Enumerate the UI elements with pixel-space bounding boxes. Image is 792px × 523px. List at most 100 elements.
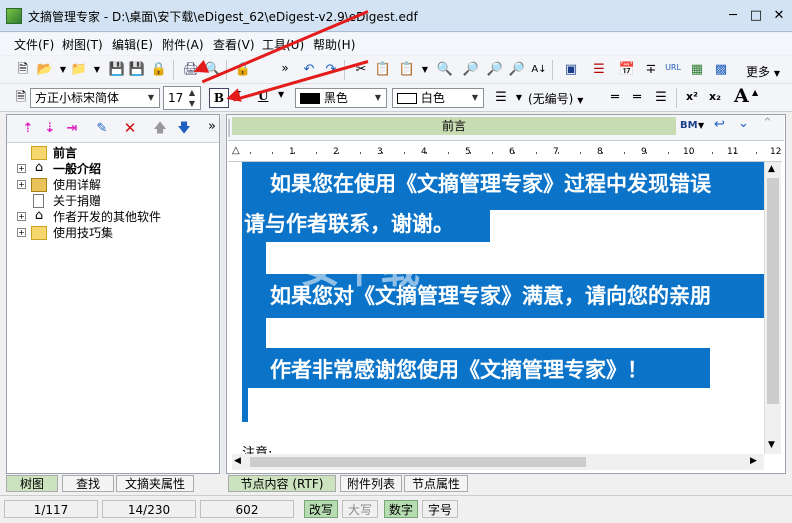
- menu-edit[interactable]: 编辑(E): [112, 36, 153, 53]
- toolbar-overflow-icon[interactable]: »: [276, 59, 294, 77]
- tree-toolbar: ⇡ ⇣ ⇥ ✎ ✕ 🡅 🡇 »: [7, 115, 219, 143]
- calendar-icon[interactable]: 📅: [618, 61, 636, 79]
- menu-attachment[interactable]: 附件(A): [162, 36, 204, 53]
- font-name-select[interactable]: 方正小标宋简体 ▼: [30, 88, 160, 108]
- tab-search[interactable]: 查找: [62, 475, 114, 492]
- bookmark-dropdown-icon[interactable]: ▼: [698, 121, 704, 130]
- scroll-up-icon[interactable]: ▲: [768, 164, 775, 174]
- find-all-icon[interactable]: 🔎: [486, 61, 504, 79]
- menu-file[interactable]: 文件(F): [14, 36, 54, 53]
- menu-tree[interactable]: 树图(T): [62, 36, 103, 53]
- replace-icon[interactable]: 🔎: [508, 61, 526, 79]
- insert-image-icon[interactable]: ▦: [688, 61, 706, 79]
- scroll-right-icon[interactable]: ▶: [750, 456, 757, 466]
- move-next-icon[interactable]: ⇥: [63, 120, 81, 138]
- expand-icon[interactable]: +: [17, 180, 26, 189]
- font-color-select[interactable]: 黑色 ▼: [295, 88, 387, 108]
- status-rewrite-mode[interactable]: 改写: [304, 500, 338, 518]
- document-content[interactable]: 如果您在使用《文摘管理专家》过程中发现错误 请与作者联系，谢谢。 如果您对《文摘…: [228, 162, 764, 454]
- tab-node-properties[interactable]: 节点属性: [404, 475, 468, 492]
- panel-splitter[interactable]: [221, 114, 225, 474]
- indent-icon[interactable]: ☰: [652, 89, 670, 107]
- superscript-button[interactable]: x²: [686, 90, 698, 103]
- chevron-up-icon[interactable]: ▲: [185, 87, 199, 98]
- menu-view[interactable]: 查看(V): [213, 36, 255, 53]
- expand-icon[interactable]: +: [17, 164, 26, 173]
- status-caps-mode: 大写: [342, 500, 378, 518]
- numbering-select[interactable]: (无编号) ▼: [528, 90, 583, 107]
- expand-icon[interactable]: +: [17, 228, 26, 237]
- ruler-mark: 7: [553, 147, 559, 157]
- align-dropdown-icon[interactable]: ▼: [510, 89, 528, 107]
- url-icon[interactable]: URL: [664, 59, 682, 77]
- ruler-mark: 9: [641, 147, 647, 157]
- chevron-up-icon[interactable]: ⌃: [762, 116, 773, 131]
- folder-icon: [31, 146, 47, 160]
- back-icon[interactable]: ↩: [714, 117, 725, 132]
- move-up-icon[interactable]: 🡅: [151, 120, 169, 138]
- scroll-left-icon[interactable]: ◀: [234, 456, 241, 466]
- window-icon[interactable]: ▣: [562, 61, 580, 79]
- bookmark-button[interactable]: BM: [680, 120, 698, 131]
- doc-footer-text: 注意:: [242, 446, 273, 454]
- tree-view: 前言 + ⌂ 一般介绍 + 使用详解 关于捐赠 + ⌂ 作者开发的其他软件 + …: [7, 144, 219, 464]
- expand-icon[interactable]: +: [17, 212, 26, 221]
- spell-check-icon[interactable]: A↓: [530, 61, 548, 79]
- move-up-level-icon[interactable]: ⇡: [19, 120, 37, 138]
- save-all-icon[interactable]: 💾: [128, 61, 146, 79]
- maximize-icon[interactable]: □: [745, 6, 767, 26]
- open-folder-icon[interactable]: 📂: [36, 61, 54, 79]
- scroll-down-icon[interactable]: ▼: [768, 440, 775, 450]
- ruler-mark: 1: [289, 147, 295, 157]
- line-spacing-double-icon[interactable]: ═: [628, 89, 646, 107]
- back-color-select[interactable]: 白色 ▼: [392, 88, 484, 108]
- save-icon[interactable]: 💾: [108, 61, 126, 79]
- find-icon[interactable]: 🔍: [436, 61, 454, 79]
- tree-overflow-icon[interactable]: »: [203, 118, 221, 136]
- delete-node-icon[interactable]: ✕: [121, 119, 139, 137]
- main-toolbar: 🗎 📂 ▼ 📁 ▼ 💾 💾 🔒 🖨 🔍 🔒 » ↶ ↷ ✂ 📋 📋 ▼ 🔍 🔎 …: [0, 56, 792, 84]
- minimize-icon[interactable]: ─: [722, 6, 744, 26]
- indent-marker-icon[interactable]: △: [232, 145, 240, 156]
- align-left-icon[interactable]: ☰: [492, 89, 510, 107]
- home-icon: ⌂: [34, 160, 44, 175]
- list-icon[interactable]: ☰: [590, 61, 608, 79]
- move-down-level-icon[interactable]: ⇣: [41, 120, 59, 138]
- tree-item-label: 关于捐赠: [53, 194, 102, 208]
- paste-dropdown-icon[interactable]: ▼: [416, 61, 434, 79]
- font-size-field[interactable]: 17 ▲ ▼: [163, 86, 201, 110]
- font-color-value: 黑色: [323, 91, 348, 105]
- menu-help[interactable]: 帮助(H): [313, 36, 355, 53]
- scroll-thumb[interactable]: [250, 457, 586, 467]
- paste-icon[interactable]: 📋: [398, 61, 416, 79]
- edit-node-icon[interactable]: ✎: [93, 120, 111, 138]
- close-icon[interactable]: ✕: [768, 6, 790, 26]
- tab-tree[interactable]: 树图: [6, 475, 58, 492]
- horizontal-scrollbar[interactable]: ◀ ▶: [232, 454, 764, 470]
- underline-dropdown-icon[interactable]: ▼: [278, 90, 284, 99]
- font-size-dropdown-icon[interactable]: ▲: [752, 88, 758, 97]
- vertical-scrollbar[interactable]: ▲ ▼: [764, 162, 781, 454]
- line-spacing-single-icon[interactable]: ═: [606, 89, 624, 107]
- tree-item-label: 作者开发的其他软件: [53, 210, 162, 224]
- export-icon[interactable]: ▩: [712, 61, 730, 79]
- subscript-button[interactable]: x₂: [709, 90, 721, 103]
- tab-folder-properties[interactable]: 文摘夹属性: [116, 475, 194, 492]
- copy-icon[interactable]: 📋: [374, 61, 392, 79]
- lock-file-icon[interactable]: 🔒: [150, 61, 168, 79]
- font-size-button[interactable]: A: [734, 85, 749, 107]
- import-dropdown-icon[interactable]: ▼: [88, 61, 106, 79]
- chevron-down-icon[interactable]: ⌄: [738, 116, 749, 131]
- node-title: 前言: [232, 117, 676, 135]
- scroll-thumb[interactable]: [767, 178, 779, 404]
- more-button[interactable]: 更多 ▼: [746, 63, 780, 80]
- move-down-icon[interactable]: 🡇: [175, 120, 193, 138]
- tab-node-content[interactable]: 节点内容 (RTF): [228, 475, 336, 492]
- import-icon[interactable]: 📁: [70, 61, 88, 79]
- new-document-icon[interactable]: 🗎: [14, 61, 32, 79]
- chevron-down-icon[interactable]: ▼: [185, 98, 199, 109]
- doc-selection-margin: [242, 318, 266, 348]
- insert-symbol-icon[interactable]: ∓: [642, 61, 660, 79]
- tab-attachments[interactable]: 附件列表: [340, 475, 402, 492]
- find-in-tree-icon[interactable]: 🔎: [462, 61, 480, 79]
